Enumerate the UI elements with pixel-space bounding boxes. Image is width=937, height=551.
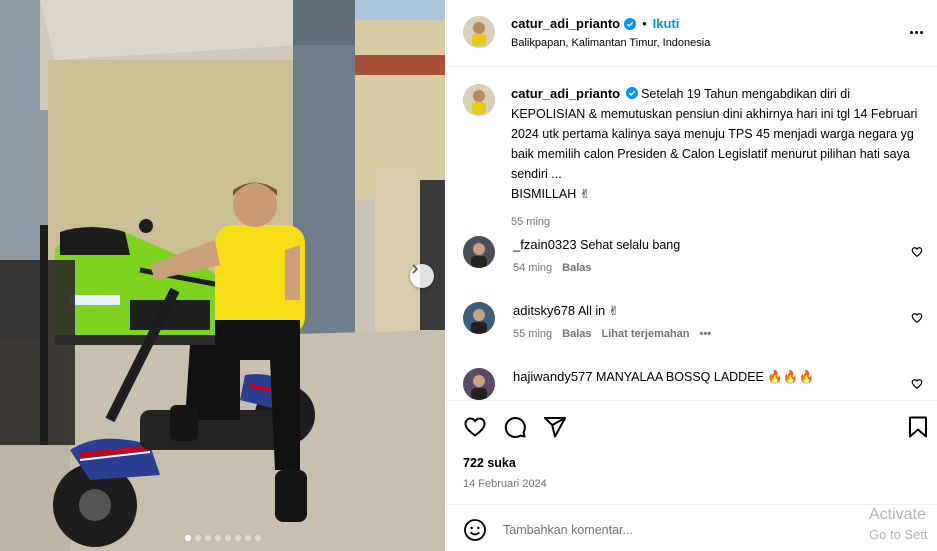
caption-timestamp[interactable]: 55 ming <box>511 216 550 228</box>
comment-body: aditsky678 All in ✌ <box>513 302 619 320</box>
comment-composer <box>447 504 937 551</box>
heart-icon[interactable] <box>911 378 923 390</box>
comment-text: All in ✌ <box>577 304 619 318</box>
photo-scene <box>0 0 445 551</box>
carousel-dot <box>224 535 231 541</box>
caption-avatar[interactable] <box>463 84 495 116</box>
comments-section: catur_adi_prianto Setelah 19 Tahun menga… <box>447 68 937 400</box>
carousel-dot <box>204 535 211 541</box>
comment-row: aditsky678 All in ✌ 55 ming Balas Lihat ter… <box>463 302 923 352</box>
carousel-dot <box>244 535 251 541</box>
post-location[interactable]: Balikpapan, Kalimantan Timur, Indonesia <box>511 37 710 49</box>
comment-meta: 55 ming Balas Lihat terjemahan ••• <box>513 328 711 340</box>
carousel-dot <box>184 535 191 541</box>
comment-time[interactable]: 55 ming <box>513 328 552 340</box>
comment-input[interactable] <box>503 519 803 541</box>
watermark-line2: Go to Sett <box>869 527 928 542</box>
like-count[interactable]: 722 suka <box>463 456 516 470</box>
more-icon <box>909 30 913 34</box>
commenter-avatar[interactable] <box>463 302 495 334</box>
post-actions: 722 suka 14 Februari 2024 <box>447 400 937 503</box>
comment-icon[interactable] <box>503 415 527 439</box>
carousel-dot <box>254 535 261 541</box>
comment-body: _fzain0323 Sehat selalu bang <box>513 236 680 254</box>
reply-button[interactable]: Balas <box>562 262 591 274</box>
header-separator: • <box>642 16 647 31</box>
post-panel: catur_adi_prianto • Ikuti Balikpapan, Ka… <box>446 0 937 551</box>
translate-button[interactable]: Lihat terjemahan <box>602 328 690 340</box>
verified-icon <box>625 87 638 99</box>
carousel-next-button[interactable] <box>410 264 434 288</box>
comment-options-button[interactable]: ••• <box>700 328 712 340</box>
caption-tail: BISMILLAH ✌ <box>511 187 591 201</box>
comment-body: hajiwandy577 MANYALAA BOSSQ LADDEE 🔥🔥🔥 <box>513 368 814 386</box>
follow-button[interactable]: Ikuti <box>653 16 680 31</box>
comment-time[interactable]: 54 ming <box>513 262 552 274</box>
carousel-dot <box>214 535 221 541</box>
heart-icon[interactable] <box>463 415 487 439</box>
post-date[interactable]: 14 Februari 2024 <box>463 478 547 490</box>
reply-button[interactable]: Balas <box>562 328 591 340</box>
chevron-right-icon <box>412 264 419 274</box>
caption-username[interactable]: catur_adi_prianto <box>511 86 620 101</box>
author-avatar[interactable] <box>463 16 495 48</box>
comment-text: Sehat selalu bang <box>580 238 681 252</box>
post-photo[interactable] <box>0 0 445 551</box>
watermark-line1: Activate <box>869 506 926 523</box>
emoji-icon[interactable] <box>463 518 487 542</box>
caption-text: catur_adi_prianto Setelah 19 Tahun menga… <box>511 84 923 204</box>
carousel-dot <box>234 535 241 541</box>
commenter-avatar[interactable] <box>463 368 495 400</box>
commenter-username[interactable]: _fzain0323 <box>513 237 577 252</box>
comment-row: _fzain0323 Sehat selalu bang 54 ming Balas <box>463 236 923 286</box>
bookmark-icon[interactable] <box>906 415 930 439</box>
comment-meta: 54 ming Balas <box>513 262 612 274</box>
share-icon[interactable] <box>543 415 567 439</box>
more-options-button[interactable] <box>906 22 926 42</box>
comment-row: hajiwandy577 MANYALAA BOSSQ LADDEE 🔥🔥🔥 <box>463 368 923 400</box>
post-header: catur_adi_prianto • Ikuti Balikpapan, Ka… <box>447 0 937 67</box>
commenter-avatar[interactable] <box>463 236 495 268</box>
caption-body: Setelah 19 Tahun mengabdikan diri di KEP… <box>511 87 918 181</box>
comment-text: MANYALAA BOSSQ LADDEE 🔥🔥🔥 <box>596 370 815 384</box>
header-author-row: catur_adi_prianto • Ikuti <box>511 16 679 31</box>
commenter-username[interactable]: aditsky678 <box>513 303 575 318</box>
activation-watermark: Activate Go to Sett <box>869 505 928 545</box>
heart-icon[interactable] <box>911 312 923 324</box>
author-username[interactable]: catur_adi_prianto <box>511 16 620 31</box>
heart-icon[interactable] <box>911 246 923 258</box>
commenter-username[interactable]: hajiwandy577 <box>513 369 593 384</box>
verified-icon <box>624 17 637 30</box>
carousel-dots <box>0 535 445 541</box>
carousel-dot <box>194 535 201 541</box>
